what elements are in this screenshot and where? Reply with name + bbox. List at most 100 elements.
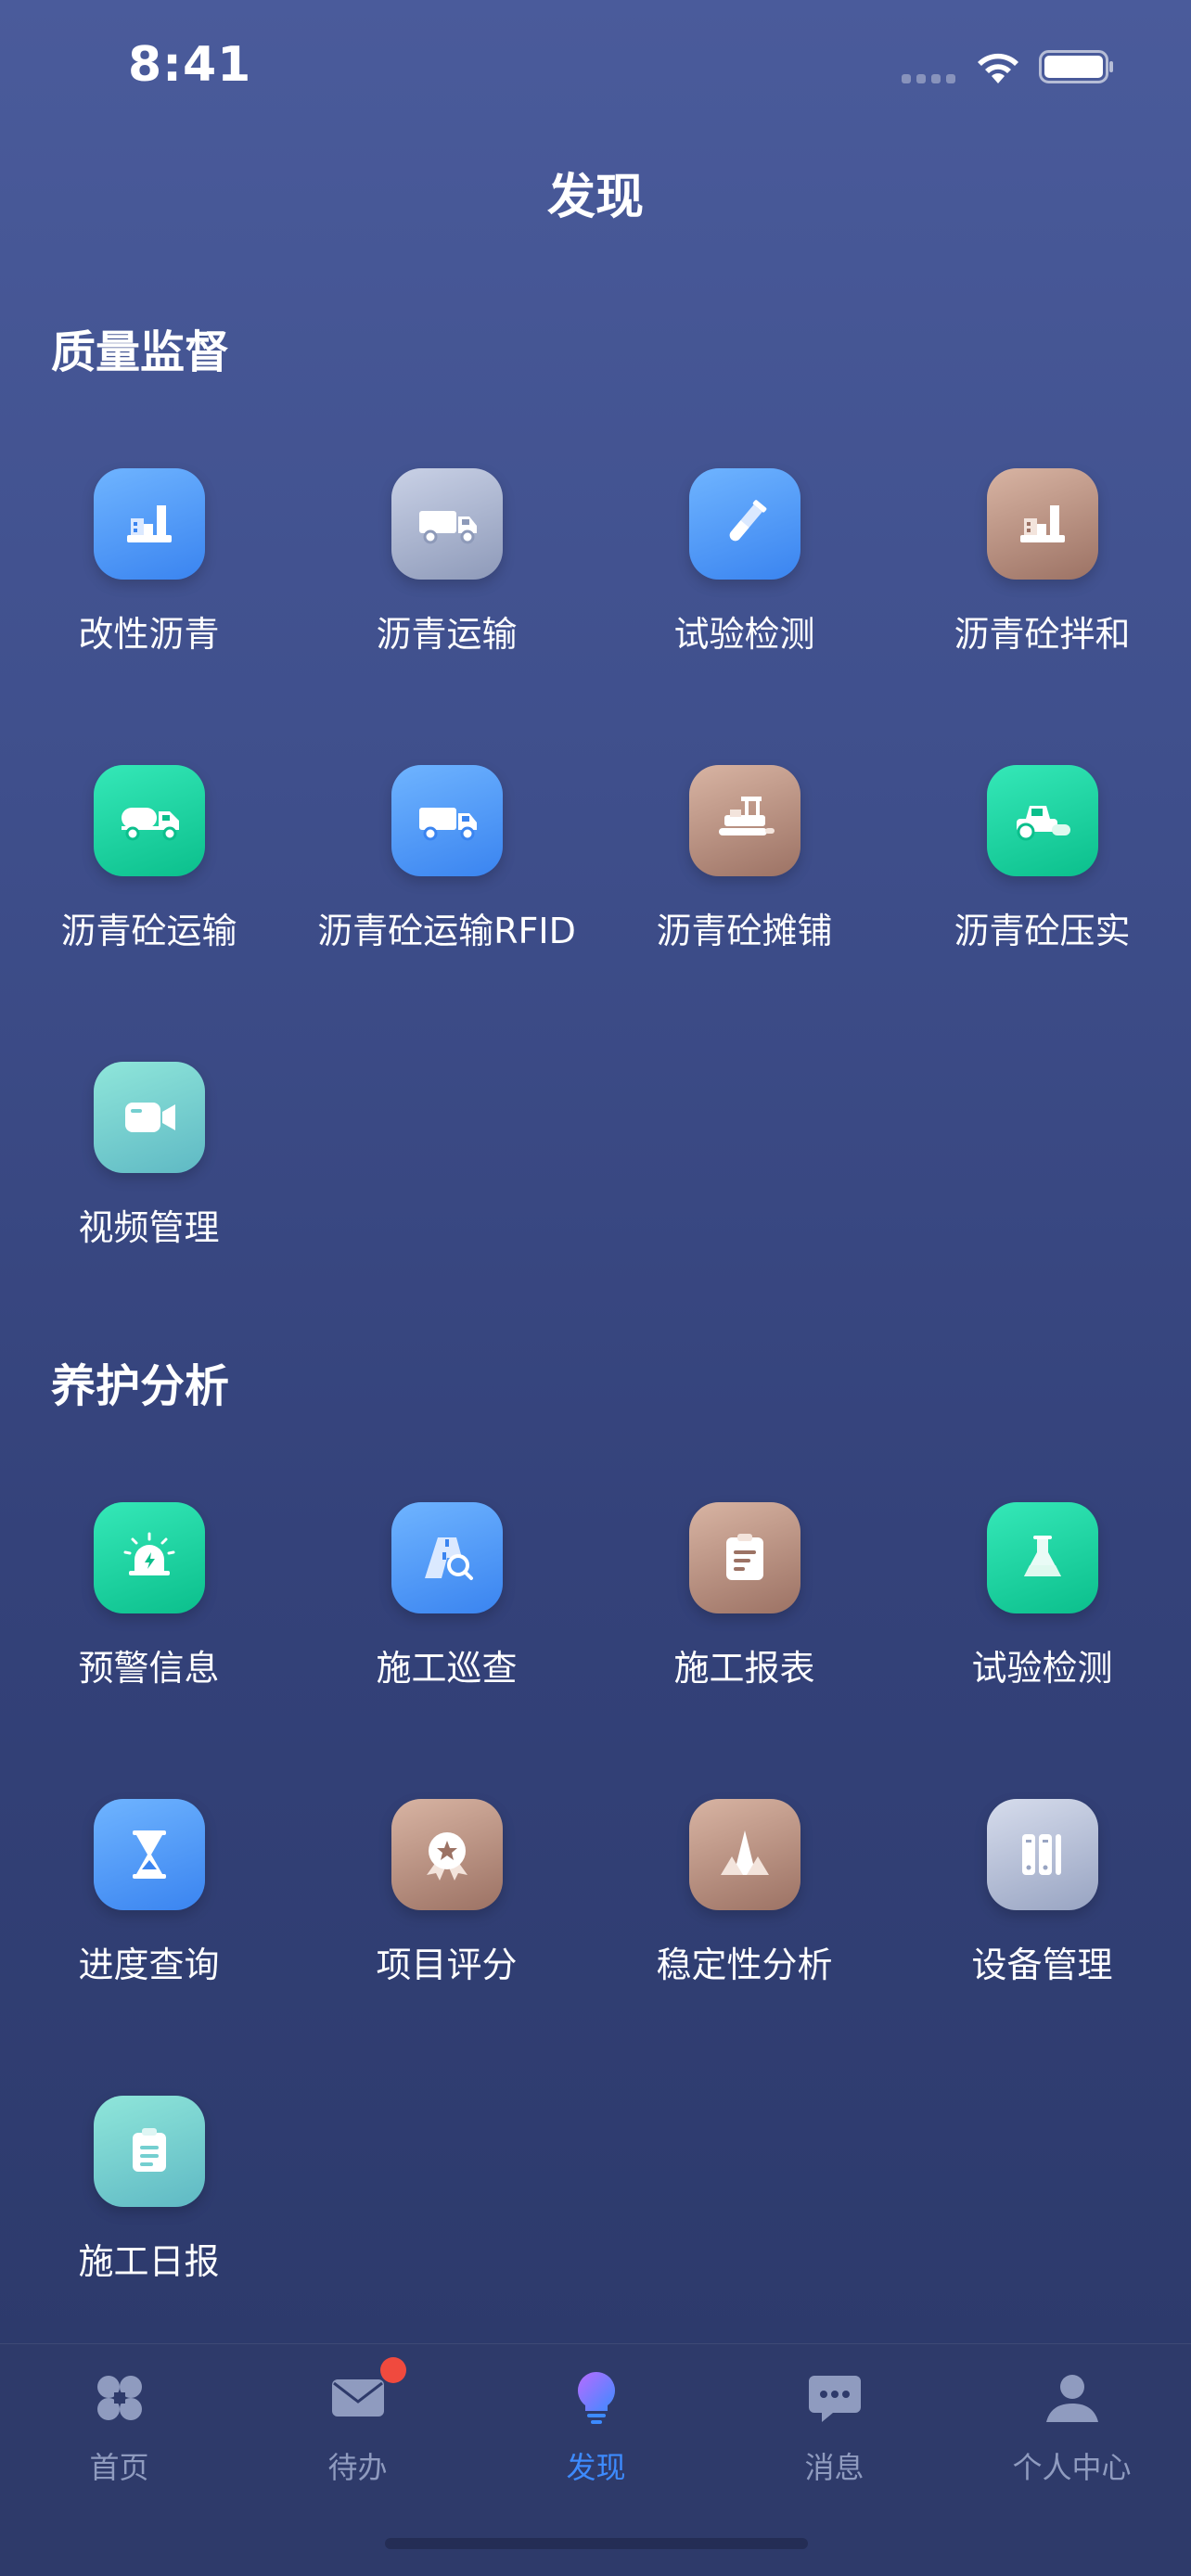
grid-item-progress-query[interactable]: 进度查询 [0, 1799, 298, 2021]
road-search-icon [424, 1537, 473, 1580]
tile [688, 1799, 800, 1910]
tab-profile[interactable]: 个人中心 [953, 2344, 1191, 2511]
item-label: 施工报表 [673, 1648, 815, 1689]
tab-messages[interactable]: 消息 [715, 2344, 954, 2511]
tile [986, 468, 1098, 580]
item-label: 视频管理 [78, 1207, 220, 1248]
grid-item-project-score[interactable]: 项目评分 [298, 1799, 596, 2021]
grid-item-asphalt-concrete-transport-rfid[interactable]: 沥青砼运输RFID [298, 765, 596, 988]
grid-item-video-management[interactable]: 视频管理 [0, 1062, 298, 1284]
tile [93, 1502, 205, 1613]
alarm-icon [123, 1532, 174, 1575]
grid-item-construction-patrol[interactable]: 施工巡查 [298, 1502, 596, 1725]
tile [391, 468, 503, 580]
flask-icon [1023, 1536, 1061, 1576]
item-label: 沥青砼运输RFID [317, 911, 576, 951]
grid-item-asphalt-concrete-mixing[interactable]: 沥青砼拌和 [893, 468, 1191, 691]
page-title: 发现 [546, 170, 644, 225]
tile [986, 1502, 1098, 1613]
truck-icon [418, 511, 477, 544]
grid-icon [96, 2376, 142, 2420]
item-label: 试验检测 [673, 614, 815, 655]
tab-label: 待办 [327, 2450, 388, 2485]
truck-icon [418, 808, 477, 841]
person-icon [1045, 2375, 1098, 2422]
item-label: 沥青砼摊铺 [656, 911, 833, 951]
chat-icon [808, 2376, 861, 2422]
grid-item-construction-report[interactable]: 施工报表 [596, 1502, 893, 1725]
home-indicator [385, 2538, 808, 2549]
paver-icon [718, 797, 775, 835]
tile [391, 1799, 503, 1910]
tile [93, 468, 205, 580]
item-label: 预警信息 [78, 1648, 220, 1689]
road-roller-icon [1016, 806, 1070, 841]
grid-item-test-inspection[interactable]: 试验检测 [596, 468, 893, 691]
grid-item-stability-analysis[interactable]: 稳定性分析 [596, 1799, 893, 2021]
item-label: 试验检测 [971, 1648, 1113, 1689]
tab-discover[interactable]: 发现 [477, 2344, 715, 2511]
item-label: 施工日报 [78, 2241, 220, 2282]
tab-label: 个人中心 [1012, 2450, 1132, 2485]
tab-icon [805, 2368, 864, 2428]
tile [986, 1799, 1098, 1910]
grid-item-lab-testing[interactable]: 试验检测 [893, 1502, 1191, 1725]
hourglass-icon [132, 1830, 166, 1879]
grid-item-construction-daily-report[interactable]: 施工日报 [0, 2096, 298, 2318]
award-icon [426, 1832, 467, 1881]
bulb-icon [577, 2372, 615, 2424]
devices-icon [1021, 1834, 1061, 1875]
item-label: 沥青运输 [376, 614, 518, 655]
tile [93, 765, 205, 876]
factory-icon [1019, 505, 1065, 542]
grid-item-warning-info[interactable]: 预警信息 [0, 1502, 298, 1725]
item-label: 进度查询 [78, 1945, 220, 1985]
battery-icon [1039, 50, 1113, 83]
cellular-signal-icon [902, 74, 955, 83]
tile [391, 1502, 503, 1613]
mail-icon [331, 2379, 384, 2417]
tab-home[interactable]: 首页 [0, 2344, 238, 2511]
item-label: 改性沥青 [78, 614, 220, 655]
tile [93, 2096, 205, 2207]
tile [688, 1502, 800, 1613]
item-label: 稳定性分析 [656, 1945, 833, 1985]
item-label: 施工巡查 [376, 1648, 518, 1689]
test-tube-icon [729, 500, 766, 542]
grid-item-modified-asphalt[interactable]: 改性沥青 [0, 468, 298, 691]
section-title-quality: 质量监督 [51, 326, 230, 378]
grid-item-asphalt-concrete-transport[interactable]: 沥青砼运输 [0, 765, 298, 988]
video-camera-icon [124, 1103, 175, 1132]
tab-icon [1043, 2368, 1102, 2428]
notification-badge [379, 2357, 406, 2383]
tab-label: 首页 [89, 2450, 149, 2485]
mountain-icon [720, 1830, 769, 1875]
item-label: 沥青砼压实 [954, 911, 1131, 951]
tile [688, 765, 800, 876]
item-label: 沥青砼拌和 [954, 614, 1131, 655]
tile [93, 1062, 205, 1173]
tab-icon [90, 2368, 149, 2428]
wifi-icon [978, 53, 1018, 83]
item-label: 设备管理 [971, 1945, 1113, 1985]
grid-item-asphalt-concrete-compaction[interactable]: 沥青砼压实 [893, 765, 1191, 988]
status-time: 8:41 [128, 37, 252, 93]
tab-icon [328, 2357, 406, 2428]
tab-icon [567, 2368, 626, 2428]
status-bar: 8:41 [0, 0, 1191, 139]
item-label: 项目评分 [376, 1945, 518, 1985]
tanker-truck-icon [121, 808, 179, 841]
tile [688, 468, 800, 580]
clipboard-icon [132, 2128, 166, 2172]
report-icon [725, 1534, 763, 1580]
grid-item-equipment-management[interactable]: 设备管理 [893, 1799, 1191, 2021]
tile [93, 1799, 205, 1910]
tab-todo[interactable]: 待办 [238, 2344, 477, 2511]
tab-label: 发现 [566, 2450, 626, 2485]
tab-label: 消息 [804, 2450, 864, 2485]
grid-item-asphalt-transport[interactable]: 沥青运输 [298, 468, 596, 691]
tile [391, 765, 503, 876]
grid-item-asphalt-concrete-paving[interactable]: 沥青砼摊铺 [596, 765, 893, 988]
section-title-maintenance: 养护分析 [51, 1360, 230, 1412]
item-label: 沥青砼运输 [60, 911, 237, 951]
